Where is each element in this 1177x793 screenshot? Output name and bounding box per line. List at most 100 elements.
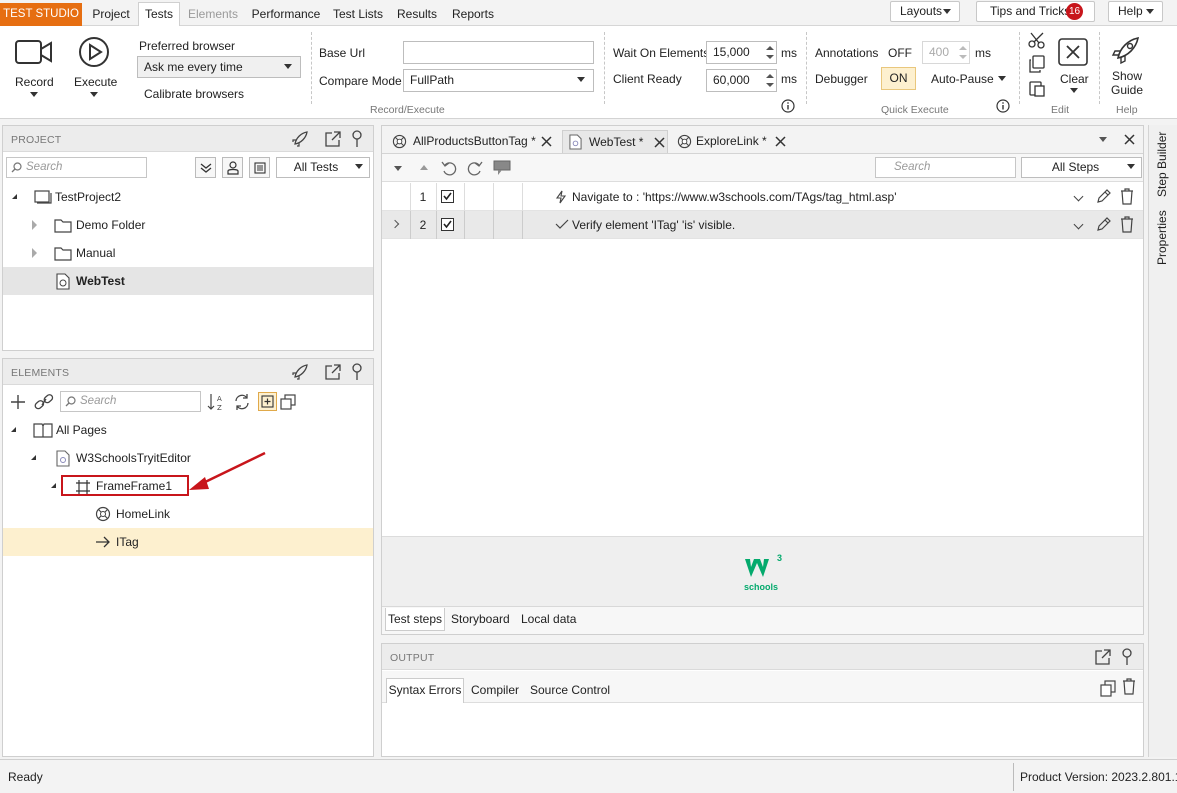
close-icon[interactable]	[1124, 134, 1135, 145]
tab-syntax-errors[interactable]: Syntax Errors	[386, 678, 464, 703]
edit-pencil-icon[interactable]	[1096, 189, 1111, 204]
tips-and-tricks-button[interactable]: Tips and Tricks 16	[976, 1, 1095, 22]
spin-down-icon[interactable]	[766, 55, 774, 59]
compare-mode-select[interactable]: FullPath	[403, 69, 594, 92]
menu-project[interactable]: Project	[86, 3, 136, 26]
pin-icon[interactable]	[350, 130, 364, 148]
chevron-right-icon[interactable]	[390, 219, 400, 229]
project-search-input[interactable]: Search	[6, 157, 147, 178]
expand-all-toggle[interactable]	[258, 392, 277, 411]
execute-button[interactable]: Execute	[70, 34, 120, 104]
tree-item-manual[interactable]: Manual	[3, 239, 373, 267]
test-step-row[interactable]: 2 Verify element 'ITag' 'is' visible.	[382, 211, 1143, 239]
tree-item-demo-folder[interactable]: Demo Folder	[3, 211, 373, 239]
user-filter-button[interactable]	[222, 157, 243, 178]
calibrate-browsers-button[interactable]: Calibrate browsers	[144, 87, 244, 101]
popout-icon[interactable]	[324, 363, 342, 381]
debugger-toggle[interactable]: ON	[881, 67, 916, 90]
preferred-browser-select[interactable]: Ask me every time	[137, 56, 301, 78]
add-icon[interactable]	[9, 393, 27, 411]
tree-item-all-pages[interactable]: All Pages	[3, 416, 373, 444]
menu-elements[interactable]: Elements	[184, 3, 242, 26]
trash-icon[interactable]	[1120, 188, 1134, 205]
expander-open-icon[interactable]	[12, 194, 17, 199]
steps-filter-select[interactable]: All Steps	[1021, 157, 1142, 178]
elements-search-input[interactable]: Search	[60, 391, 201, 412]
expander-closed-icon[interactable]	[32, 248, 37, 258]
refresh-icon[interactable]	[233, 393, 251, 411]
menu-results[interactable]: Results	[394, 3, 440, 26]
expander-open-icon[interactable]	[51, 483, 56, 488]
doc-tab-explorelink[interactable]: ExploreLink *	[675, 130, 790, 153]
popout-icon[interactable]	[1094, 648, 1112, 666]
tree-item-itag[interactable]: ITag	[3, 528, 373, 556]
link-icon[interactable]	[34, 393, 54, 411]
popout-icon[interactable]	[324, 130, 342, 148]
info-icon[interactable]	[996, 99, 1010, 113]
tab-compiler[interactable]: Compiler	[471, 679, 519, 702]
layouts-dropdown[interactable]: Layouts	[890, 1, 960, 22]
close-icon[interactable]	[541, 136, 552, 147]
rocket-icon[interactable]	[291, 363, 309, 381]
rocket-icon[interactable]	[291, 130, 309, 148]
scissors-icon[interactable]	[1028, 31, 1046, 49]
record-button[interactable]: Record	[8, 34, 60, 104]
copy-icon[interactable]	[1028, 55, 1046, 73]
help-dropdown[interactable]: Help	[1108, 1, 1163, 22]
chevron-down-icon[interactable]	[1073, 191, 1084, 202]
auto-pause-dropdown[interactable]: Auto-Pause	[931, 72, 994, 86]
spin-up-icon[interactable]	[766, 74, 774, 78]
edit-pencil-icon[interactable]	[1096, 217, 1111, 232]
pin-icon[interactable]	[350, 363, 364, 381]
app-badge[interactable]: TEST STUDIO	[0, 3, 82, 26]
tree-item-homelink[interactable]: HomeLink	[3, 500, 373, 528]
tab-source-control[interactable]: Source Control	[530, 679, 610, 702]
annotations-duration-input[interactable]: 400	[922, 41, 970, 64]
base-url-input[interactable]	[403, 41, 594, 64]
step-enabled-checkbox[interactable]	[441, 190, 454, 203]
trash-icon[interactable]	[1122, 678, 1136, 695]
copy-icon[interactable]	[1099, 679, 1117, 697]
chevron-down-icon[interactable]	[1073, 219, 1084, 230]
step-enabled-checkbox[interactable]	[441, 218, 454, 231]
sort-az-icon[interactable]: A Z	[207, 392, 227, 412]
chevron-down-icon[interactable]	[998, 76, 1006, 81]
trash-icon[interactable]	[1120, 216, 1134, 233]
collapse-all-button[interactable]	[195, 157, 216, 178]
test-step-row[interactable]: 1 Navigate to : 'https://www.w3schools.c…	[382, 183, 1143, 211]
tab-step-builder[interactable]: Step Builder	[1155, 127, 1169, 197]
list-view-button[interactable]	[249, 157, 270, 178]
menu-performance[interactable]: Performance	[248, 3, 324, 26]
pin-icon[interactable]	[1120, 648, 1134, 666]
menu-test-lists[interactable]: Test Lists	[330, 3, 386, 26]
doc-tab-allproductsbuttontag[interactable]: AllProductsButtonTag *	[390, 130, 560, 153]
clear-button[interactable]: Clear	[1055, 36, 1093, 100]
test-filter-select[interactable]: All Tests	[276, 157, 370, 178]
paste-icon[interactable]	[1028, 79, 1046, 97]
tab-overflow-icon[interactable]	[1099, 137, 1107, 142]
annotations-toggle[interactable]: OFF	[888, 46, 912, 60]
show-guide-button[interactable]: Show Guide	[1105, 32, 1149, 100]
tab-local-data[interactable]: Local data	[521, 608, 576, 631]
info-icon[interactable]	[781, 99, 795, 113]
expander-open-icon[interactable]	[11, 427, 16, 432]
client-ready-input[interactable]: 60,000	[706, 69, 777, 92]
move-down-icon[interactable]	[394, 166, 402, 171]
tree-item-project[interactable]: TestProject2	[3, 183, 373, 211]
tab-properties[interactable]: Properties	[1155, 205, 1169, 265]
expander-closed-icon[interactable]	[32, 220, 37, 230]
tab-test-steps[interactable]: Test steps	[385, 608, 445, 631]
close-icon[interactable]	[775, 136, 786, 147]
tree-item-webtest[interactable]: WebTest	[3, 267, 373, 295]
expander-open-icon[interactable]	[31, 455, 36, 460]
steps-search-input[interactable]: Search	[875, 157, 1016, 178]
comment-icon[interactable]	[493, 160, 511, 176]
undo-icon[interactable]	[441, 160, 457, 176]
spin-down-icon[interactable]	[766, 83, 774, 87]
doc-tab-webtest[interactable]: WebTest *	[562, 130, 668, 153]
menu-reports[interactable]: Reports	[448, 3, 498, 26]
menu-tests[interactable]: Tests	[138, 2, 180, 26]
spin-up-icon[interactable]	[766, 46, 774, 50]
duplicate-icon[interactable]	[279, 393, 297, 411]
redo-icon[interactable]	[467, 160, 483, 176]
